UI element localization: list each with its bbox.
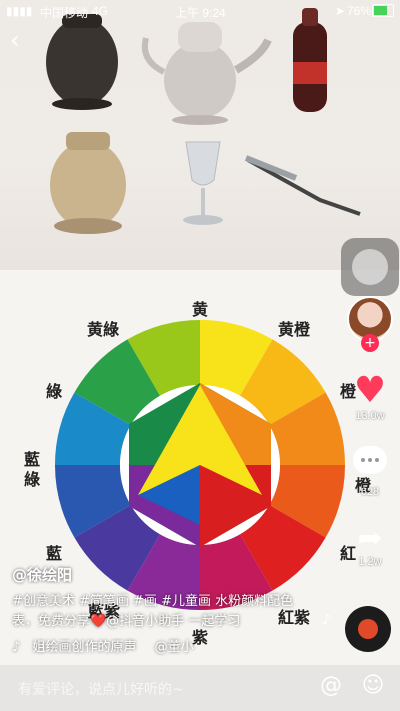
comment-bar: 有爱评论，说点儿好听的~ @ ☺ — [0, 665, 400, 711]
label-yellow: 黄 — [192, 300, 209, 319]
share-button[interactable]: ➦ 1.2w — [340, 521, 400, 569]
music-disc-button[interactable] — [345, 606, 391, 652]
location-icon: ➤ — [335, 4, 346, 18]
share-arrow-icon: ➦ — [357, 521, 383, 556]
label-yellow-orange: 黄橙 — [278, 320, 311, 339]
battery-label: 76% — [347, 4, 372, 18]
music-note-icon: ♪ — [12, 640, 21, 655]
smiley-icon: ☺ — [361, 673, 385, 698]
comment-button[interactable]: 628 — [340, 446, 400, 498]
carrier-label: 中国移动 — [40, 6, 89, 20]
floating-note-icon: ♪ — [322, 612, 331, 628]
label-blue-green: 藍綠 — [24, 450, 41, 489]
music-info[interactable]: ♪ 姐绘画创作的原声 @董小 — [12, 636, 194, 655]
chevron-left-icon: ‹ — [10, 26, 20, 54]
at-icon: @ — [320, 673, 342, 698]
music-disc-icon — [358, 619, 378, 639]
author-avatar[interactable]: + — [340, 296, 400, 352]
music-author: @董小 — [154, 640, 194, 655]
emoji-button[interactable]: ☺ — [360, 673, 386, 699]
author-name[interactable]: @徐绘阳 — [12, 564, 72, 585]
time-label: 上午 9:24 — [175, 6, 226, 20]
battery-icon — [372, 4, 394, 17]
label-blue: 藍 — [46, 544, 63, 563]
like-button[interactable]: ♥ 13.0w — [340, 370, 400, 423]
status-bar: ▮▮▮▮ 中国移动 4G 上午 9:24 ➤ 76% — [0, 0, 400, 22]
video-stage[interactable]: ▮▮▮▮ 中国移动 4G 上午 9:24 ➤ 76% ‹ 黄 黄綠 黄橙 綠 橙… — [0, 0, 400, 711]
assistive-touch-button[interactable] — [341, 238, 399, 296]
caption-line-2: 表，免费分享❤️@抖音小助手 一起学习 — [12, 614, 241, 629]
back-button[interactable]: ‹ — [10, 28, 34, 52]
label-green: 綠 — [46, 382, 63, 401]
follow-plus-icon[interactable]: + — [361, 334, 379, 352]
comment-count: 628 — [360, 486, 380, 498]
network-label: 4G — [92, 4, 109, 18]
like-count: 13.0w — [355, 410, 385, 422]
mention-button[interactable]: @ — [318, 673, 344, 699]
still-life-painting — [0, 0, 400, 270]
signal-icon: ▮▮▮▮ — [6, 4, 33, 18]
comment-input[interactable]: 有爱评论，说点儿好听的~ — [18, 679, 184, 699]
caption-line-1: #创意美术 #简笔画 #画 #儿童画 水粉颜料配色 — [12, 594, 294, 609]
assistive-touch-icon — [352, 249, 388, 285]
label-yellow-green: 黄綠 — [87, 320, 120, 339]
share-count: 1.2w — [358, 556, 382, 568]
heart-icon: ♥ — [353, 370, 387, 411]
music-title: 姐绘画创作的原声 — [32, 640, 137, 655]
comment-icon — [353, 446, 387, 474]
